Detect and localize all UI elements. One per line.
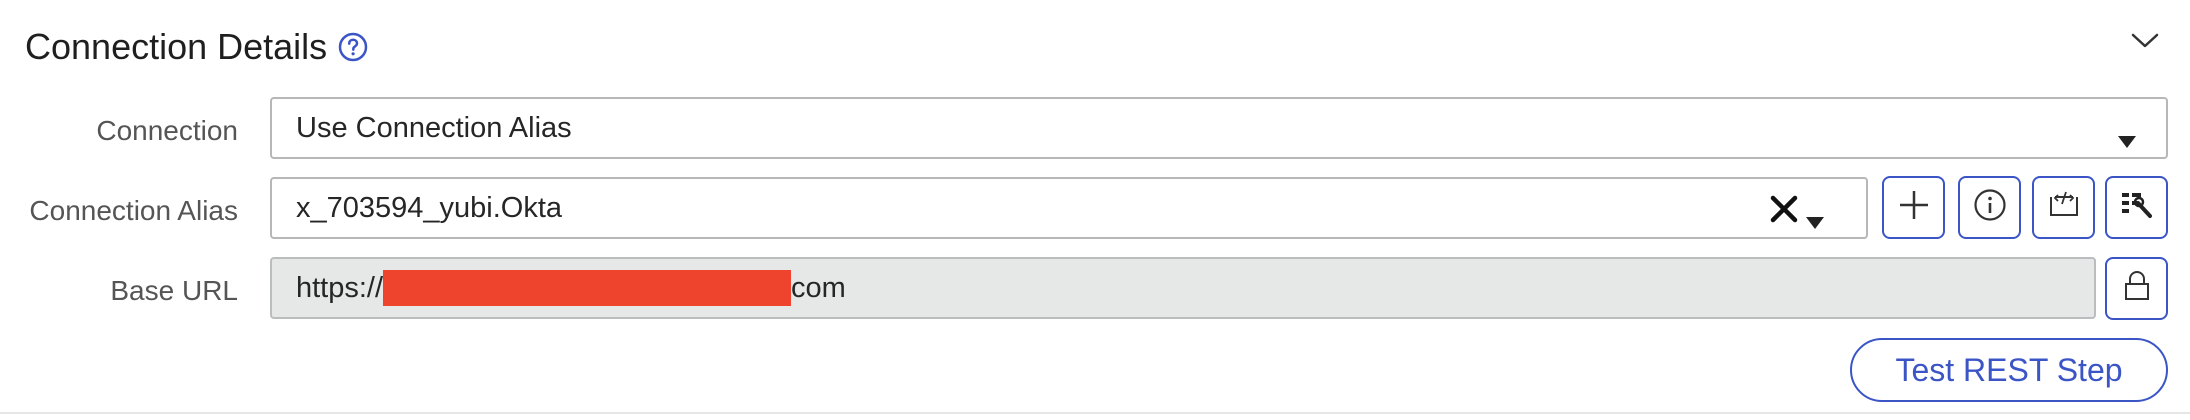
tools-button[interactable]	[2105, 176, 2168, 239]
base-url-suffix: com	[791, 271, 846, 304]
connection-label: Connection	[96, 115, 238, 146]
connection-alias-value: x_703594_yubi.Okta	[296, 191, 563, 224]
connection-select[interactable]: Use Connection Alias	[270, 97, 2168, 159]
connection-alias-label: Connection Alias	[29, 195, 238, 226]
lock-icon	[2124, 270, 2150, 307]
section-title: Connection Details	[25, 26, 328, 67]
lock-button[interactable]	[2105, 257, 2168, 320]
caret-down-icon[interactable]	[1806, 204, 1824, 229]
script-icon	[2047, 189, 2081, 226]
test-rest-step-button[interactable]: Test REST Step	[1850, 338, 2168, 402]
chevron-down-icon[interactable]	[2130, 30, 2160, 52]
base-url-label: Base URL	[110, 275, 238, 306]
base-url-prefix: https://	[296, 271, 384, 304]
info-button[interactable]	[1958, 176, 2021, 239]
tools-icon	[2120, 189, 2154, 226]
caret-down-icon[interactable]	[2118, 123, 2136, 148]
base-url-field: https:// com	[270, 257, 2096, 319]
script-button[interactable]	[2032, 176, 2095, 239]
info-icon	[1973, 188, 2007, 227]
plus-icon	[1898, 189, 1930, 226]
connection-value: Use Connection Alias	[296, 111, 572, 144]
help-icon[interactable]	[337, 31, 369, 63]
section-divider	[0, 412, 2190, 414]
section-header: Connection Details	[25, 26, 369, 68]
connection-alias-input[interactable]: x_703594_yubi.Okta	[270, 177, 1868, 239]
redaction-block	[383, 270, 792, 306]
add-alias-button[interactable]	[1882, 176, 1945, 239]
close-icon[interactable]	[1770, 195, 1798, 223]
